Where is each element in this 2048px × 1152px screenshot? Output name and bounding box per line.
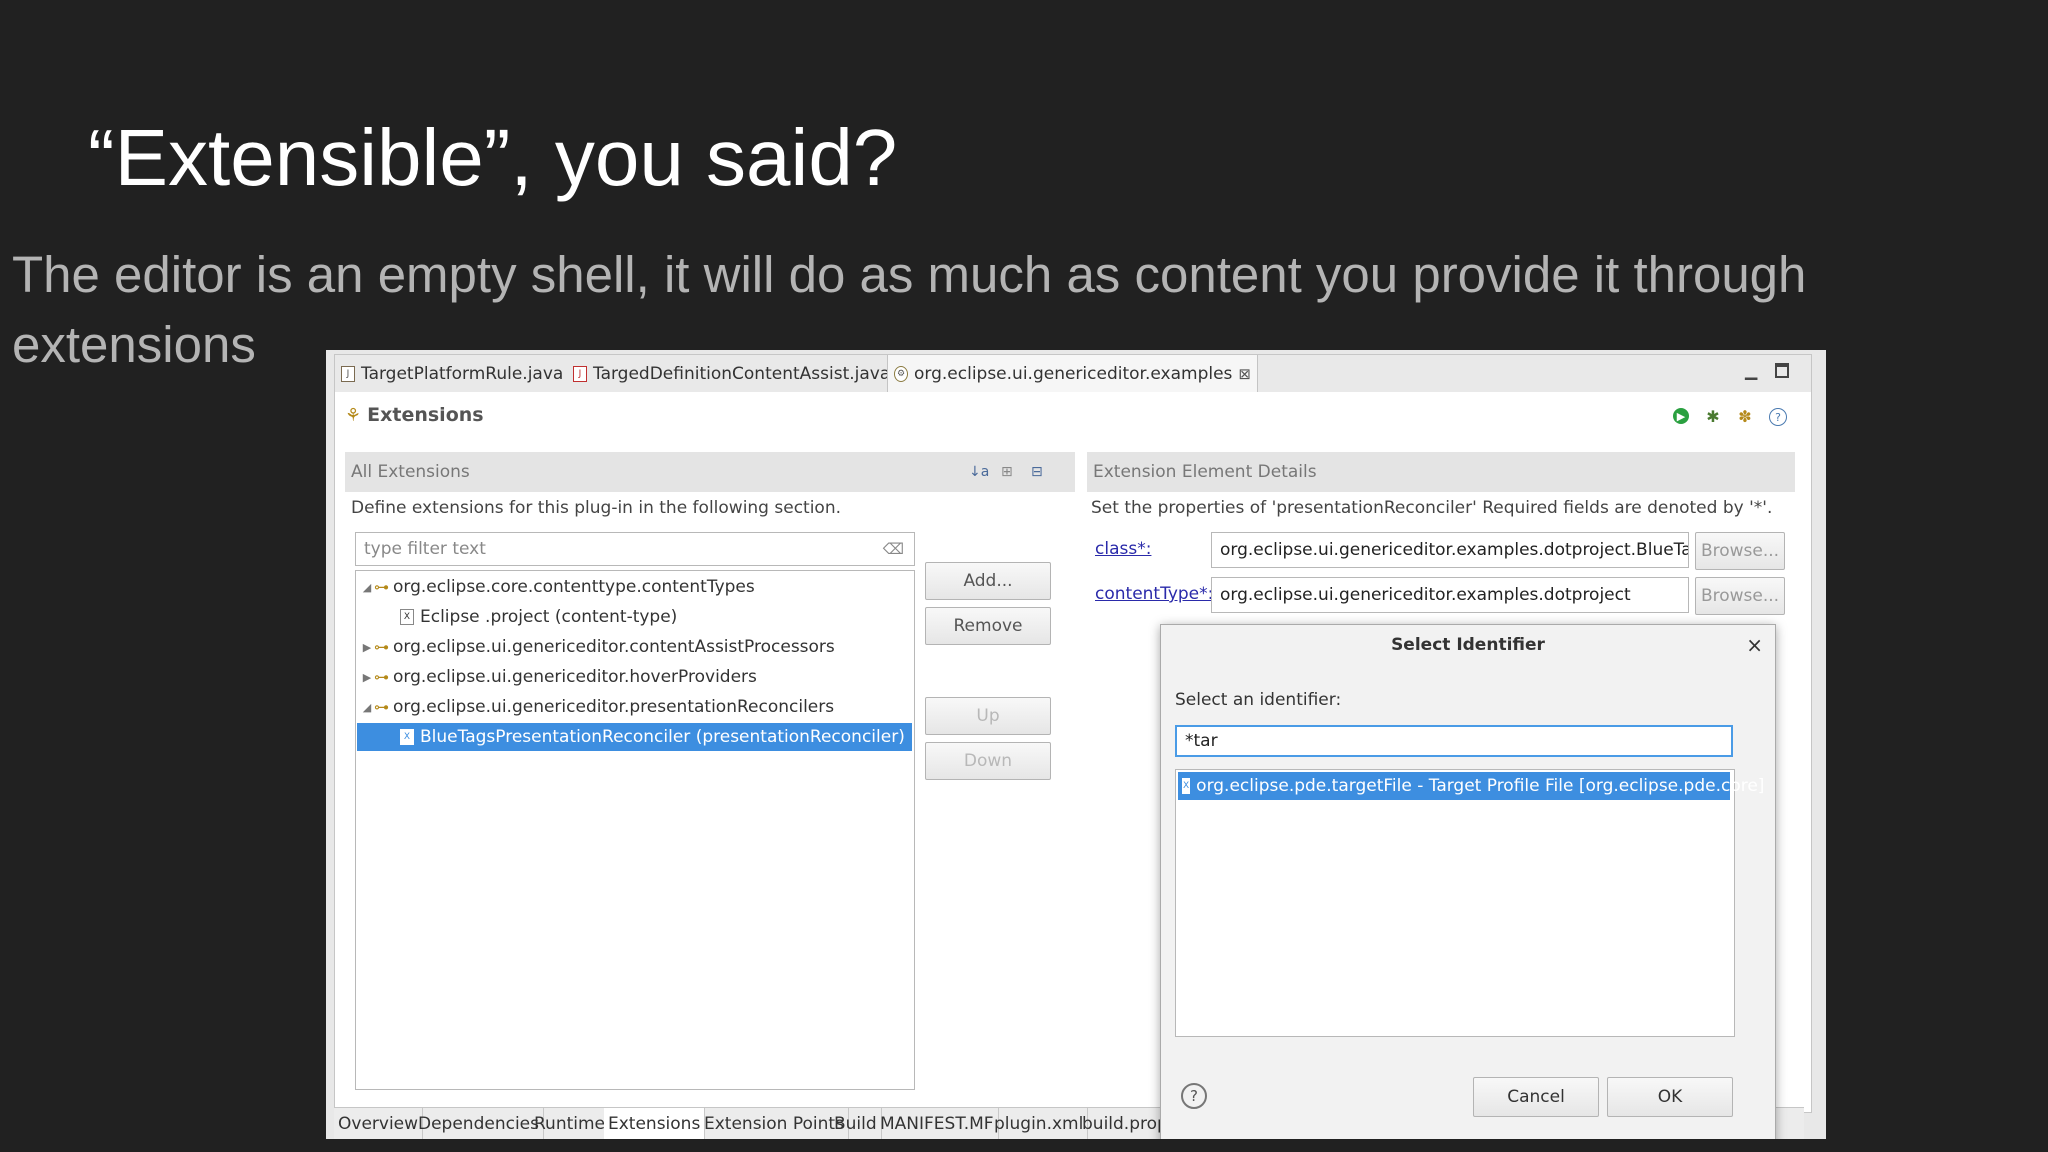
plugin-icon: ⚙ (894, 366, 908, 382)
debug-icon[interactable]: ✱ (1705, 407, 1721, 426)
page-title: ⚘ Extensions (345, 404, 484, 426)
element-icon: X (1182, 778, 1191, 794)
tab-target-platform-rule[interactable]: J TargetPlatformRule.java (341, 355, 563, 393)
tab-plugin-xml[interactable]: plugin.xml (990, 1108, 1089, 1139)
add-button[interactable]: Add... (925, 562, 1051, 600)
tree-node-selected[interactable]: X BlueTagsPresentationReconciler (presen… (357, 723, 912, 751)
element-details-description: Set the properties of 'presentationRecon… (1091, 498, 1773, 518)
down-button[interactable]: Down (925, 742, 1051, 780)
list-item-label: org.eclipse.pde.targetFile - Target Prof… (1196, 776, 1765, 796)
dialog-title: Select Identifier (1391, 635, 1545, 655)
clear-filter-icon[interactable]: ⌫ (883, 540, 904, 558)
close-icon[interactable]: ⊠ (1238, 365, 1251, 383)
tree-node[interactable]: X Eclipse .project (content-type) (400, 603, 677, 631)
sort-icon[interactable]: ↓a (969, 464, 989, 480)
dialog-prompt: Select an identifier: (1175, 690, 1342, 710)
browse-content-type-button[interactable]: Browse... (1695, 577, 1785, 615)
tree-node[interactable]: ▶ ⊶ org.eclipse.ui.genericeditor.hoverPr… (360, 663, 757, 691)
key-icon: ⊶ (374, 578, 389, 596)
list-item[interactable]: X org.eclipse.pde.targetFile - Target Pr… (1178, 772, 1764, 800)
help-icon[interactable]: ? (1769, 408, 1787, 426)
up-button[interactable]: Up (925, 697, 1051, 735)
close-icon[interactable]: × (1746, 633, 1763, 657)
ok-button[interactable]: OK (1607, 1077, 1733, 1117)
tab-label: org.eclipse.ui.genericeditor.examples (914, 364, 1233, 384)
tree-node-label: BlueTagsPresentationReconciler (presenta… (420, 727, 905, 747)
section-title: All Extensions (351, 462, 470, 482)
tree-node-label: org.eclipse.ui.genericeditor.hoverProvid… (393, 667, 757, 687)
remove-button[interactable]: Remove (925, 607, 1051, 645)
tab-dependencies[interactable]: Dependencies (414, 1108, 544, 1139)
tab-extensions[interactable]: Extensions (604, 1108, 706, 1139)
minimize-icon[interactable]: ▁ (1745, 361, 1757, 380)
identifier-search-value: *tar (1185, 731, 1218, 751)
element-icon: X (400, 729, 414, 745)
java-file-error-icon: J (573, 366, 587, 382)
filter-input[interactable]: type filter text ⌫ (355, 532, 915, 566)
collapsed-arrow-icon[interactable]: ▶ (360, 671, 374, 684)
collapsed-arrow-icon[interactable]: ▶ (360, 641, 374, 654)
maximize-icon[interactable] (1775, 363, 1789, 378)
tab-runtime[interactable]: Runtime (530, 1108, 611, 1139)
expanded-arrow-icon[interactable]: ◢ (360, 581, 374, 594)
content-type-field[interactable]: org.eclipse.ui.genericeditor.examples.do… (1211, 577, 1689, 613)
identifier-results-list[interactable]: X org.eclipse.pde.targetFile - Target Pr… (1175, 769, 1764, 1037)
extensions-tree[interactable]: ◢ ⊶ org.eclipse.core.contenttype.content… (355, 570, 915, 1090)
all-extensions-header: All Extensions (345, 452, 1075, 492)
select-identifier-dialog: Select Identifier × Select an identifier… (1160, 624, 1776, 1139)
key-icon: ⊶ (374, 698, 389, 716)
tree-node[interactable]: ▶ ⊶ org.eclipse.ui.genericeditor.content… (360, 633, 835, 661)
tree-node-label: org.eclipse.ui.genericeditor.contentAssi… (393, 637, 835, 657)
expand-all-icon[interactable]: ⊞ (1001, 464, 1013, 480)
tab-plugin-manifest[interactable]: ⚙ org.eclipse.ui.genericeditor.examples … (887, 355, 1258, 393)
run-icon[interactable]: ▶ (1673, 408, 1689, 424)
eclipse-screenshot: J TargetPlatformRule.java J TargedDefini… (326, 350, 1826, 1139)
page-title-label: Extensions (367, 404, 484, 426)
tab-build[interactable]: Build (830, 1108, 882, 1139)
tab-content-assist[interactable]: J TargedDefinitionContentAssist.java (573, 355, 890, 393)
key-icon: ⊶ (374, 668, 389, 686)
tab-overview[interactable]: Overview (334, 1108, 424, 1139)
tab-manifest[interactable]: MANIFEST.MF (876, 1108, 999, 1139)
identifier-search-input[interactable]: *tar (1175, 725, 1733, 757)
browse-class-button[interactable]: Browse... (1695, 532, 1785, 570)
class-link[interactable]: class*: (1095, 539, 1151, 559)
tree-node-label: Eclipse .project (content-type) (420, 607, 678, 627)
element-icon: X (400, 609, 414, 625)
expanded-arrow-icon[interactable]: ◢ (360, 701, 374, 714)
cancel-button[interactable]: Cancel (1473, 1077, 1599, 1117)
java-file-icon: J (341, 366, 355, 382)
extensions-icon: ⚘ (345, 404, 362, 426)
tree-node[interactable]: ◢ ⊶ org.eclipse.ui.genericeditor.present… (360, 693, 834, 721)
tab-extension-points[interactable]: Extension Points (700, 1108, 849, 1139)
tree-node-label: org.eclipse.ui.genericeditor.presentatio… (393, 697, 835, 717)
class-value: org.eclipse.ui.genericeditor.examples.do… (1220, 540, 1688, 560)
content-type-value: org.eclipse.ui.genericeditor.examples.do… (1220, 585, 1631, 605)
section-title: Extension Element Details (1093, 462, 1317, 482)
editor-tab-bar: J TargetPlatformRule.java J TargedDefini… (334, 354, 1812, 394)
tree-node-label: org.eclipse.core.contenttype.contentType… (393, 577, 755, 597)
all-extensions-description: Define extensions for this plug-in in th… (351, 498, 842, 518)
export-icon[interactable]: ✽ (1737, 407, 1753, 426)
class-field[interactable]: org.eclipse.ui.genericeditor.examples.do… (1211, 532, 1689, 568)
filter-placeholder: type filter text (364, 539, 486, 559)
collapse-all-icon[interactable]: ⊟ (1031, 464, 1043, 480)
slide-title: “Extensible”, you said? (88, 113, 898, 202)
key-icon: ⊶ (374, 638, 389, 656)
tree-node[interactable]: ◢ ⊶ org.eclipse.core.contenttype.content… (360, 573, 755, 601)
tab-label: TargetPlatformRule.java (361, 364, 564, 384)
element-details-header: Extension Element Details (1087, 452, 1795, 492)
help-icon[interactable]: ? (1181, 1083, 1207, 1109)
tab-label: TargedDefinitionContentAssist.java (593, 364, 891, 384)
content-type-link[interactable]: contentType*: (1095, 584, 1213, 604)
